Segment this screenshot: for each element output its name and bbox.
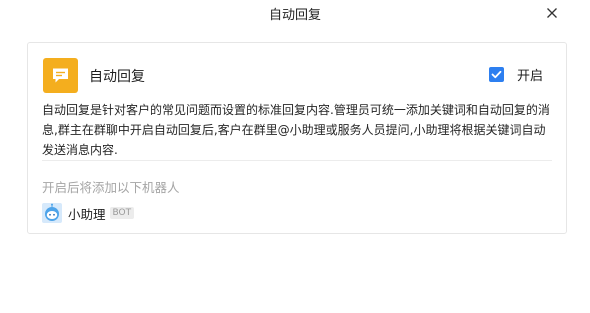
divider bbox=[42, 160, 552, 161]
window-title: 自动回复 bbox=[268, 8, 321, 23]
enable-toggle[interactable]: 开启 bbox=[489, 65, 544, 84]
bots-section-label: 开启后将添加以下机器人 bbox=[42, 180, 180, 195]
bot-name: 小助理 bbox=[68, 206, 106, 222]
enable-checkbox[interactable] bbox=[489, 66, 504, 82]
bot-list-item: 小助理 BOT bbox=[42, 203, 135, 223]
enable-label: 开启 bbox=[517, 68, 544, 84]
feature-description: 自动回复是针对客户的常见问题而设置的标准回复内容.管理员可统一添加关键词和自动回… bbox=[42, 103, 550, 157]
feature-name: 自动回复 bbox=[89, 69, 145, 85]
bot-badge: BOT bbox=[109, 207, 135, 219]
auto-reply-card: 自动回复 开启 自动回复是针对客户的常见问题而设置的标准回复内容.管理员可统一添… bbox=[27, 42, 567, 234]
bot-avatar-icon bbox=[42, 203, 62, 223]
message-icon bbox=[43, 58, 78, 93]
close-icon[interactable] bbox=[544, 5, 560, 21]
window-titlebar: 自动回复 bbox=[0, 0, 590, 27]
